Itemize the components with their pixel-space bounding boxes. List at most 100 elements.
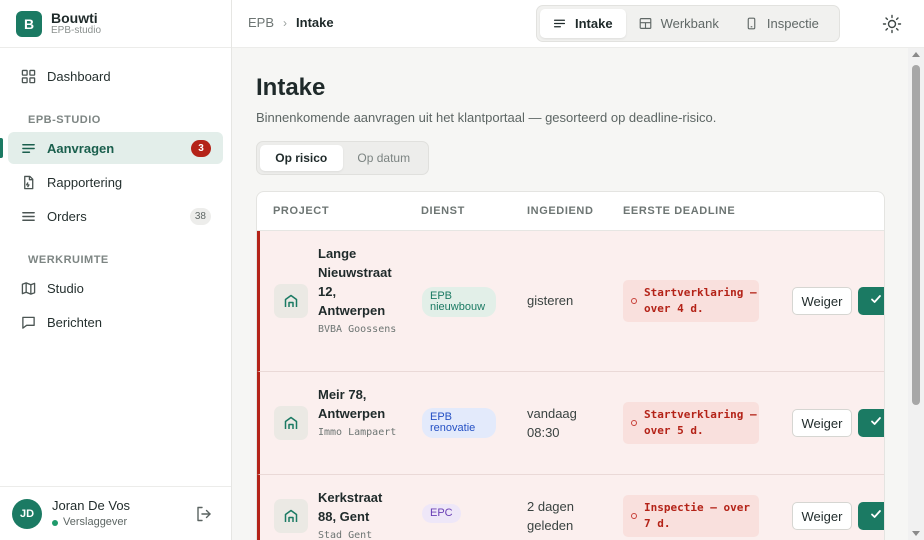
- brand[interactable]: B Bouwti EPB-studio: [0, 0, 231, 48]
- service-tag: EPB renovatie: [422, 408, 496, 438]
- accept-button[interactable]: [858, 502, 884, 530]
- topbar: EPB › Intake Intake Werkbank Inspectie: [232, 0, 924, 48]
- tab-inspectie[interactable]: Inspectie: [732, 9, 832, 38]
- reject-button[interactable]: Weiger: [792, 502, 852, 530]
- project-name: Lange Nieuwstraat 12, Antwerpen: [318, 246, 392, 318]
- deadline-badge: Startverklaring — over 4 d.: [623, 280, 759, 322]
- tab-label: Werkbank: [660, 16, 719, 31]
- deadline-text: Startverklaring — over 5 d.: [644, 408, 757, 437]
- service-tag: EPB nieuwbouw: [422, 287, 496, 317]
- user-role: Verslaggever: [52, 516, 130, 529]
- sidebar-item-label: Rapportering: [47, 174, 123, 190]
- message-icon: [20, 314, 36, 330]
- alert-icon: [631, 513, 637, 519]
- submitted-date: gisteren: [527, 293, 574, 308]
- page-description: Binnenkomende aanvragen uit het klantpor…: [256, 110, 717, 125]
- user-role-label: Verslaggever: [63, 516, 128, 529]
- sidebar-item-dashboard[interactable]: Dashboard: [8, 60, 223, 92]
- sidebar-item-aanvragen[interactable]: Aanvragen 3: [0, 132, 223, 164]
- menu-icon: [20, 208, 36, 224]
- logout-icon[interactable]: [195, 505, 213, 523]
- service-tag: EPC: [422, 504, 461, 523]
- alert-icon: [631, 420, 637, 426]
- map-icon: [20, 280, 36, 296]
- table-row[interactable]: Kerkstraat 88, Gent Stad Gent EPC 2 dage…: [257, 475, 884, 540]
- sidebar-item-berichten[interactable]: Berichten: [8, 306, 223, 338]
- sidebar-nav: Dashboard EPB-STUDIO Aanvragen 3 Rapport…: [0, 60, 231, 338]
- check-icon: [870, 507, 882, 525]
- table-row[interactable]: Meir 78, Antwerpen Immo Lampaert EPB ren…: [257, 372, 884, 475]
- sidebar-item-label: Aanvragen: [47, 140, 115, 156]
- brand-name: Bouwti: [51, 10, 98, 26]
- tab-werkbank[interactable]: Werkbank: [626, 9, 732, 38]
- submitted-date: vandaag 08:30: [527, 406, 577, 440]
- column-header-deadline[interactable]: EERSTE DEADLINE: [623, 205, 735, 217]
- sidebar-item-rapportering[interactable]: Rapportering: [8, 166, 223, 198]
- breadcrumb-parent[interactable]: EPB: [248, 15, 274, 30]
- avatar: JD: [12, 498, 42, 529]
- list-icon: [553, 17, 567, 31]
- sort-option-risico[interactable]: Op risico: [260, 145, 343, 171]
- deadline-badge: Startverklaring — over 5 d.: [623, 402, 759, 444]
- view-switcher: Intake Werkbank Inspectie: [536, 5, 840, 42]
- count-badge: 3: [191, 140, 211, 157]
- user-panel[interactable]: JD Joran De Vos Verslaggever: [0, 486, 231, 540]
- tab-label: Inspectie: [766, 16, 819, 31]
- breadcrumb-current: Intake: [296, 15, 334, 30]
- client-name: Stad Gent: [318, 530, 373, 540]
- reject-button[interactable]: Weiger: [792, 409, 852, 437]
- sidebar-section-title: WERKRUIMTE: [28, 254, 109, 266]
- sidebar-item-label: Studio: [47, 280, 84, 296]
- column-header-project[interactable]: PROJECT: [273, 205, 329, 217]
- sort-option-datum[interactable]: Op datum: [343, 145, 426, 171]
- list-icon: [20, 140, 36, 156]
- check-icon: [870, 292, 882, 310]
- column-header-ingediend[interactable]: INGEDIEND: [527, 205, 594, 217]
- sidebar-item-label: Berichten: [47, 314, 102, 330]
- alert-icon: [631, 298, 637, 304]
- online-status-dot: [52, 519, 58, 526]
- breadcrumb: EPB › Intake: [248, 15, 334, 30]
- scroll-down-arrow-icon[interactable]: [912, 531, 920, 536]
- check-icon: [870, 414, 882, 432]
- table-row[interactable]: Lange Nieuwstraat 12, Antwerpen BVBA Goo…: [257, 231, 884, 372]
- sidebar-section-title: EPB-STUDIO: [28, 114, 101, 126]
- layout-icon: [639, 17, 653, 31]
- sidebar-item-label: Dashboard: [47, 68, 111, 84]
- scroll-up-arrow-icon[interactable]: [912, 52, 920, 57]
- tab-intake[interactable]: Intake: [540, 9, 626, 38]
- sun-icon[interactable]: [882, 14, 902, 34]
- intake-table: PROJECT DIENST INGEDIEND EERSTE DEADLINE…: [256, 191, 885, 540]
- sidebar-item-orders[interactable]: Orders 38: [8, 200, 223, 232]
- dashboard-icon: [20, 68, 36, 84]
- client-name: Immo Lampaert: [318, 427, 397, 438]
- deadline-text: Startverklaring — over 4 d.: [644, 286, 757, 315]
- phone-icon: [745, 17, 759, 31]
- accept-button[interactable]: [858, 409, 884, 437]
- deadline-text: Inspectie — over 7 d.: [644, 501, 750, 530]
- tab-label: Intake: [575, 16, 613, 31]
- deadline-badge: Inspectie — over 7 d.: [623, 495, 759, 537]
- document-icon: [20, 174, 36, 190]
- sort-toggle: Op risico Op datum: [256, 141, 429, 175]
- table-header: PROJECT DIENST INGEDIEND EERSTE DEADLINE: [257, 192, 884, 231]
- sidebar-item-label: Orders: [47, 208, 87, 224]
- submitted-date: 2 dagen geleden: [527, 499, 574, 533]
- main-content: Intake Binnenkomende aanvragen uit het k…: [232, 48, 908, 540]
- scrollbar[interactable]: [908, 48, 924, 540]
- building-icon: [274, 499, 308, 533]
- sidebar-item-studio[interactable]: Studio: [8, 272, 223, 304]
- scrollbar-thumb[interactable]: [912, 65, 920, 405]
- accept-button[interactable]: [858, 287, 884, 315]
- user-name: Joran De Vos: [52, 497, 131, 513]
- project-name: Meir 78, Antwerpen: [318, 387, 386, 421]
- building-icon: [274, 284, 308, 318]
- chevron-right-icon: ›: [283, 15, 288, 30]
- sidebar: B Bouwti EPB-studio Dashboard EPB-STUDIO…: [0, 0, 232, 540]
- brand-logo: B: [16, 10, 42, 37]
- count-badge: 38: [189, 208, 211, 225]
- client-name: BVBA Goossens: [318, 324, 397, 335]
- column-header-dienst[interactable]: DIENST: [421, 205, 465, 217]
- reject-button[interactable]: Weiger: [792, 287, 852, 315]
- brand-subtitle: EPB-studio: [51, 25, 102, 36]
